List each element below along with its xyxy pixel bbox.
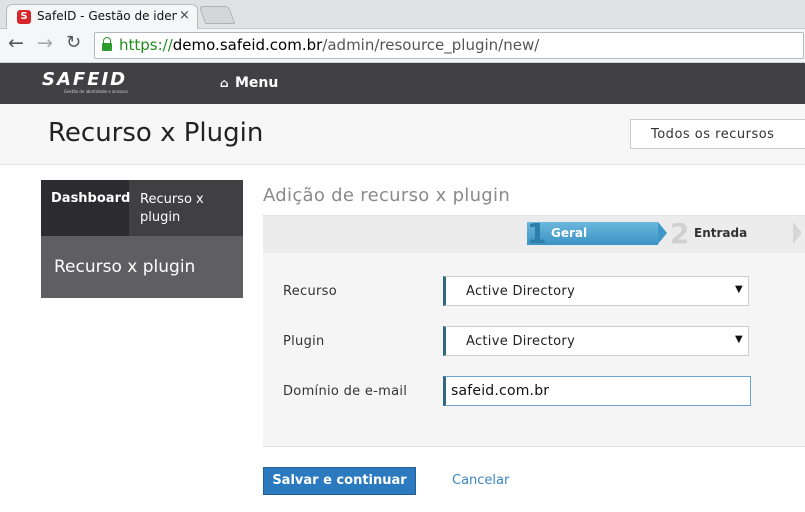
home-icon: ⌂ [220,76,229,90]
logo-tagline: Gestão de identidade e acessos [64,89,128,94]
new-tab-button[interactable] [198,6,236,24]
resource-select-value: Active Directory [466,284,576,299]
url-host: demo.safeid.com.br [172,36,323,54]
plugin-select[interactable]: Active Directory ▼ [443,326,749,356]
app-navbar: SAFEID Gestão de identidade e acessos ⌂ M… [0,63,805,104]
page-header: Recurso x Plugin Todos os recursos [0,104,805,165]
lock-icon [102,37,112,51]
step-separator-arrow [793,222,802,244]
plugin-select-value: Active Directory [466,334,576,349]
page-title: Recurso x Plugin [48,118,264,148]
browser-tab[interactable]: S SafeID - Gestão de identid × [6,4,198,29]
browser-tab-title: SafeID - Gestão de identid [37,9,177,23]
url-scheme: https:// [119,36,173,54]
step-input-label[interactable]: Entrada [694,226,747,240]
logo-wordmark: SAFEID [42,69,128,90]
url-text[interactable]: https://demo.safeid.com.br/admin/resourc… [119,36,539,54]
step-2-number: 2 [670,217,690,250]
save-and-continue-button[interactable]: Salvar e continuar [263,467,416,495]
safeid-favicon-icon: S [17,10,31,24]
step-general-active[interactable] [527,222,658,245]
step-1-number: 1 [527,217,547,250]
dropdown-caret-icon: ▼ [735,334,743,345]
step-general-label[interactable]: Geral [551,226,587,240]
menu-button[interactable]: ⌂ Menu [220,75,278,91]
resource-label: Recurso [283,284,338,299]
plugin-label: Plugin [283,334,325,349]
sidebar-tab-resource-plugin[interactable]: Recurso x plugin [129,180,243,236]
email-domain-label: Domínio de e-mail [283,384,408,399]
all-resources-button[interactable]: Todos os recursos [630,119,805,149]
sidebar-item-resource-plugin[interactable]: Recurso x plugin [41,236,243,298]
sidebar-tabs: Dashboard Recurso x plugin [41,180,243,236]
dropdown-caret-icon: ▼ [735,284,743,295]
resource-select[interactable]: Active Directory ▼ [443,276,749,306]
browser-toolbar: ← → ↻ https://demo.safeid.com.br/admin/r… [0,29,805,63]
forward-arrow-icon[interactable]: → [37,32,53,54]
reload-icon[interactable]: ↻ [66,32,81,53]
url-path: /admin/resource_plugin/new/ [322,36,540,54]
sidebar-tab-label-line2: plugin [140,210,181,225]
section-title: Adição de recurso x plugin [263,185,511,206]
tab-close-icon[interactable]: × [179,8,190,23]
sidebar-tab-dashboard[interactable]: Dashboard [41,180,130,236]
step-general-arrow [658,222,667,244]
safeid-logo[interactable]: SAFEID Gestão de identidade e acessos [42,69,128,95]
address-bar[interactable]: https://demo.safeid.com.br/admin/resourc… [94,32,804,59]
email-domain-input[interactable]: safeid.com.br [443,376,751,406]
browser-tab-strip: S SafeID - Gestão de identid × [0,0,805,29]
cancel-link[interactable]: Cancelar [452,473,509,488]
back-arrow-icon[interactable]: ← [8,32,24,54]
sidebar-tab-label-line1: Recurso x [140,192,204,207]
menu-label: Menu [235,75,279,91]
